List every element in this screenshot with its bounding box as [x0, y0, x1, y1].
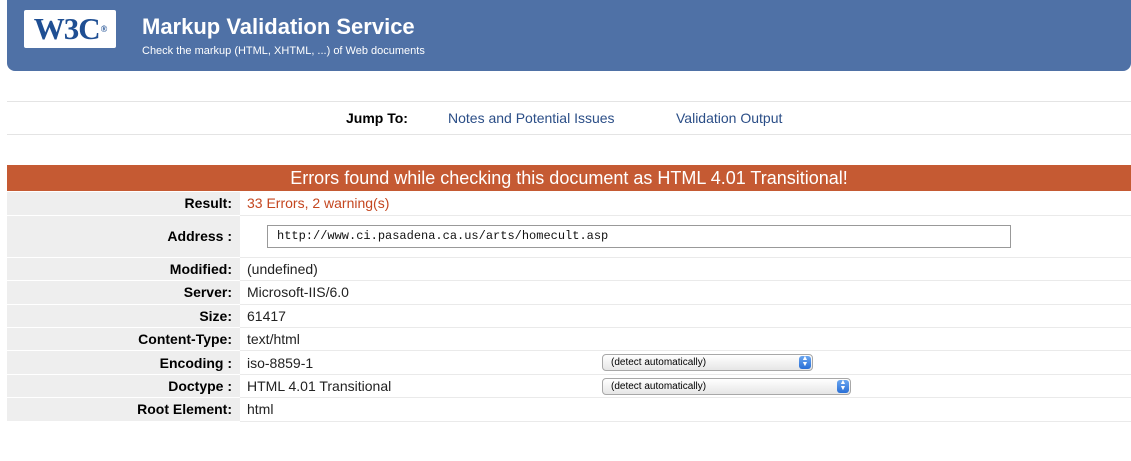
address-cell: http://www.ci.pasadena.ca.us/arts/homecu… [240, 215, 1131, 258]
modified-label: Modified: [7, 257, 240, 282]
w3c-logo[interactable]: W3C ® [24, 10, 116, 48]
doctype-select-value: (detect automatically) [611, 380, 707, 392]
content-type-label: Content-Type: [7, 327, 240, 352]
encoding-value: iso-8859-1 [247, 354, 314, 371]
server-value: Microsoft-IIS/6.0 [240, 280, 1131, 305]
modified-row: Modified: (undefined) [7, 257, 1131, 282]
page-title[interactable]: Markup Validation Service [142, 14, 415, 40]
address-input[interactable]: http://www.ci.pasadena.ca.us/arts/homecu… [267, 224, 1011, 248]
content-type-row: Content-Type: text/html [7, 327, 1131, 352]
server-row: Server: Microsoft-IIS/6.0 [7, 280, 1131, 305]
doctype-cell: HTML 4.01 Transitional (detect automatic… [240, 374, 1131, 399]
encoding-row: Encoding : iso-8859-1 (detect automatica… [7, 350, 1131, 375]
registered-mark: ® [100, 24, 108, 34]
jump-to-label: Jump To: [346, 110, 408, 126]
doctype-label: Doctype : [7, 374, 240, 399]
size-row: Size: 61417 [7, 304, 1131, 329]
server-label: Server: [7, 280, 240, 305]
jump-link-validation-output[interactable]: Validation Output [676, 110, 782, 126]
address-row: Address : http://www.ci.pasadena.ca.us/a… [7, 215, 1131, 258]
root-element-label: Root Element: [7, 397, 240, 422]
root-element-row: Root Element: html [7, 397, 1131, 422]
select-arrows-icon: ▲ ▼ [837, 379, 849, 393]
root-element-value: html [240, 397, 1131, 422]
doctype-select[interactable]: (detect automatically) ▲ ▼ [602, 377, 851, 395]
result-value: 33 Errors, 2 warning(s) [240, 192, 1131, 216]
jump-navigation: Jump To: Notes and Potential Issues Vali… [7, 101, 1131, 135]
size-value: 61417 [240, 304, 1131, 329]
jump-link-notes[interactable]: Notes and Potential Issues [448, 110, 615, 126]
encoding-select-value: (detect automatically) [611, 357, 707, 369]
results-table: Result: 33 Errors, 2 warning(s) Address … [7, 192, 1131, 422]
select-arrows-icon: ▲ ▼ [799, 355, 811, 370]
result-banner: Errors found while checking this documen… [7, 165, 1131, 191]
logo-text: W3C [33, 11, 101, 46]
result-label: Result: [7, 192, 240, 216]
size-label: Size: [7, 304, 240, 329]
result-row: Result: 33 Errors, 2 warning(s) [7, 192, 1131, 216]
header-banner: W3C ® Markup Validation Service Check the… [7, 0, 1131, 71]
doctype-row: Doctype : HTML 4.01 Transitional (detect… [7, 374, 1131, 399]
page-subtitle: Check the markup (HTML, XHTML, ...) of W… [142, 45, 425, 57]
encoding-label: Encoding : [7, 350, 240, 375]
content-type-value: text/html [240, 327, 1131, 352]
doctype-value: HTML 4.01 Transitional [247, 378, 392, 395]
modified-value: (undefined) [240, 257, 1131, 282]
address-label: Address : [7, 215, 240, 258]
encoding-select[interactable]: (detect automatically) ▲ ▼ [602, 354, 813, 372]
encoding-cell: iso-8859-1 (detect automatically) ▲ ▼ [240, 350, 1131, 375]
